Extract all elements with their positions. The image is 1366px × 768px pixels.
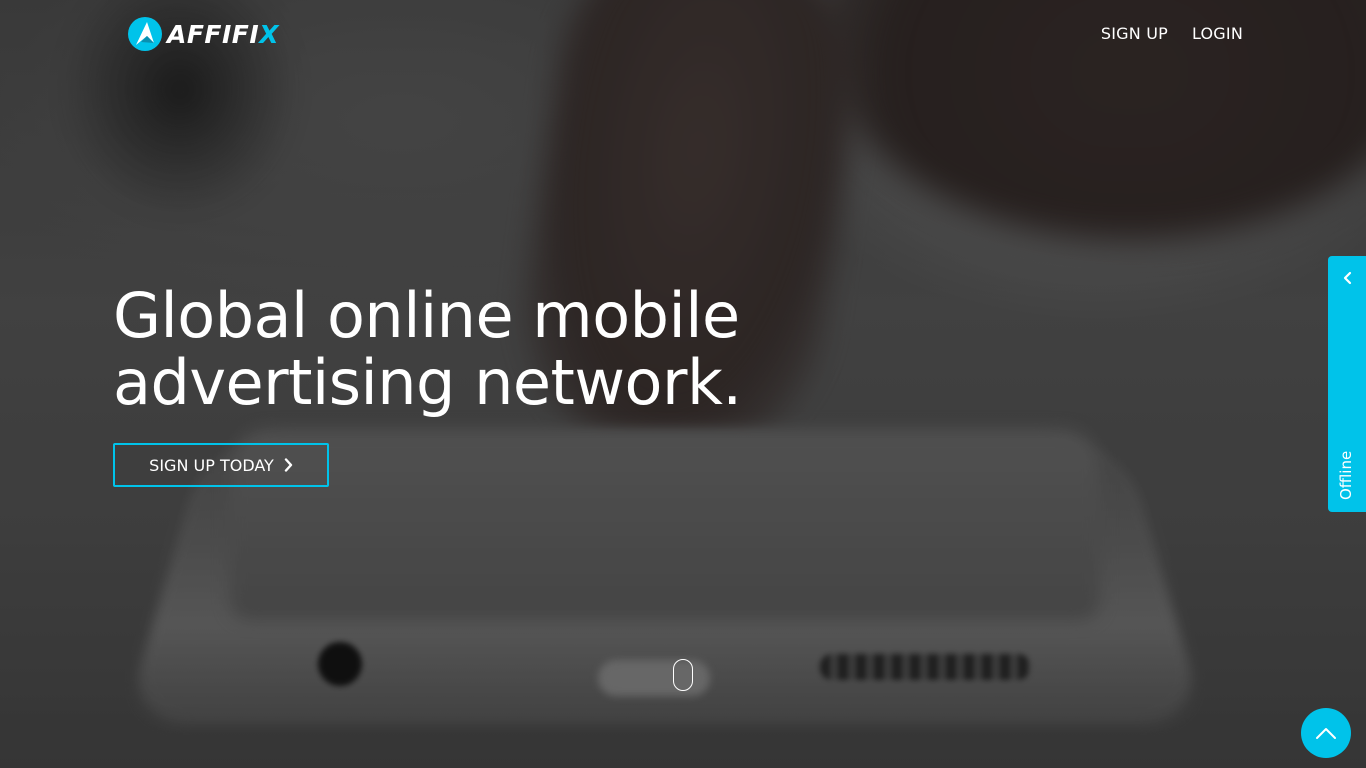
signup-today-button[interactable]: SIGN UP TODAY (113, 443, 329, 487)
top-nav: SIGN UP LOGIN (1101, 24, 1243, 43)
chevron-up-icon (1316, 728, 1336, 739)
hero-title-line1: Global online mobile (113, 279, 740, 352)
nav-login-link[interactable]: LOGIN (1192, 24, 1243, 43)
chevron-right-icon (284, 458, 293, 472)
logo-text: AFFIFIX (167, 19, 279, 49)
site-header: AFFIFIX SIGN UP LOGIN (0, 0, 1366, 72)
site-logo[interactable]: AFFIFIX (127, 15, 279, 53)
signup-today-label: SIGN UP TODAY (149, 455, 274, 475)
chat-status-label: Offline (1337, 450, 1355, 500)
nav-signup-link[interactable]: SIGN UP (1101, 24, 1168, 43)
hero-title-line2: advertising network. (113, 346, 742, 419)
offline-chat-tab[interactable]: Offline (1328, 256, 1366, 512)
hero-title: Global online mobile advertising network… (113, 282, 833, 416)
back-to-top-button[interactable] (1301, 708, 1351, 758)
mouse-scroll-icon[interactable] (673, 659, 693, 691)
chevron-left-icon (1343, 271, 1352, 285)
logo-mark-icon (128, 17, 162, 51)
